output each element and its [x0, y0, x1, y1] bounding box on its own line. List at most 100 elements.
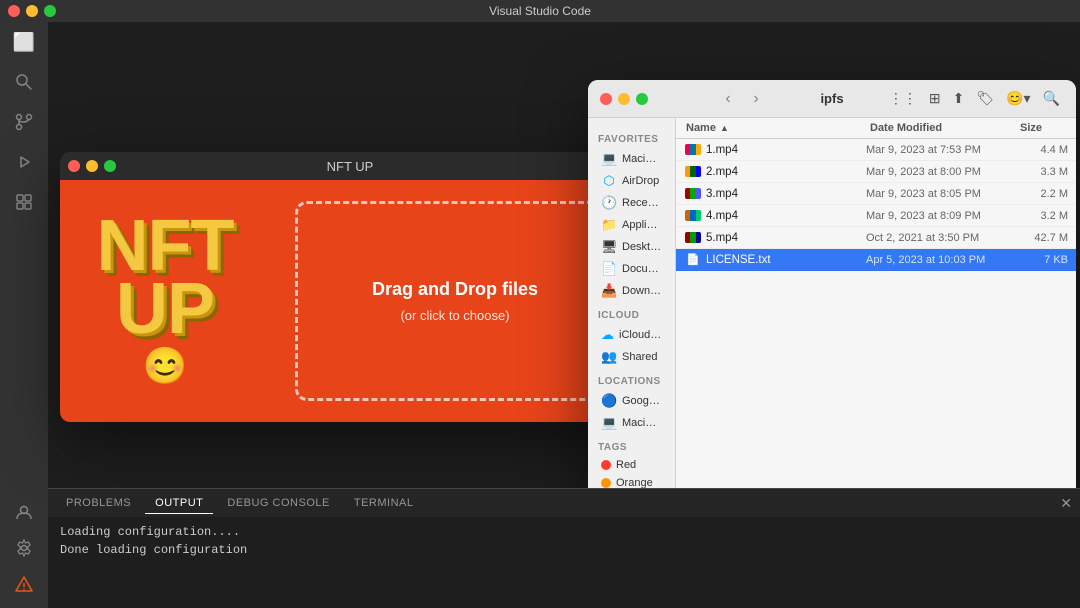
name-column-header[interactable]: Name ▲ — [676, 122, 866, 134]
nftup-close-button[interactable] — [68, 160, 80, 172]
panel-tab-terminal[interactable]: TERMINAL — [344, 493, 424, 513]
sidebar-item-google-drive[interactable]: 🔵 Google Drive — [591, 390, 672, 412]
sidebar-item-macintosh[interactable]: 💻 Macintosh... — [591, 148, 672, 170]
finder-maximize-button[interactable] — [636, 93, 648, 105]
file-row-5mp4[interactable]: 5.mp4 Oct 2, 2021 at 3:50 PM 42.7 M — [676, 227, 1076, 249]
drop-zone-main-text: Drag and Drop files — [372, 279, 538, 300]
panel-output-content: Loading configuration.... Done loading c… — [48, 517, 1080, 565]
file-row-1mp4[interactable]: 1.mp4 Mar 9, 2023 at 7:53 PM 4.4 M — [676, 139, 1076, 161]
finder-titlebar: ‹ › ipfs ⋮⋮ ⊞ ⬆ 🏷 😊▾ 🔍 — [588, 80, 1076, 118]
nftup-maximize-button[interactable] — [104, 160, 116, 172]
nftup-body: NFT UP 😊 Drag and Drop files (or click t… — [60, 180, 640, 422]
favorites-label: Favorites — [588, 126, 675, 148]
nftup-logo-area: NFT UP 😊 — [60, 180, 270, 422]
nftup-titlebar: NFT UP — [60, 152, 640, 180]
macintosh-icon: 💻 — [601, 151, 617, 167]
activity-settings-icon[interactable] — [12, 536, 36, 560]
output-line-1: Loading configuration.... — [60, 523, 1068, 541]
documents-icon: 📄 — [601, 261, 617, 277]
file-drop-zone[interactable]: Drag and Drop files (or click to choose) — [295, 201, 615, 401]
finder-close-button[interactable] — [600, 93, 612, 105]
nftup-traffic-lights — [68, 160, 116, 172]
panel-tab-debug-console[interactable]: DEBUG CONSOLE — [217, 493, 339, 513]
finder-search-button[interactable]: 🔍 — [1039, 88, 1064, 109]
minimize-button[interactable] — [26, 5, 38, 17]
sidebar-item-recents[interactable]: 🕐 Recents — [591, 192, 672, 214]
finder-share-button[interactable]: ⬆ — [949, 88, 969, 109]
nftup-window: NFT UP NFT UP 😊 Drag and Drop files (or … — [60, 152, 640, 422]
video-thumb-5 — [684, 229, 702, 247]
activity-account-icon[interactable] — [12, 500, 36, 524]
nftup-dropzone-area[interactable]: Drag and Drop files (or click to choose) — [270, 180, 640, 422]
recents-icon: 🕐 — [601, 195, 617, 211]
finder-nav-buttons: ‹ › — [716, 87, 768, 111]
panel-tab-problems[interactable]: PROBLEMS — [56, 493, 141, 513]
sidebar-item-tag-red[interactable]: Red — [591, 456, 672, 474]
shared-icon: 👥 — [601, 349, 617, 365]
drop-zone-sub-text: (or click to choose) — [400, 308, 509, 323]
file-row-4mp4[interactable]: 4.mp4 Mar 9, 2023 at 8:09 PM 3.2 M — [676, 205, 1076, 227]
vscode-titlebar: Visual Studio Code — [0, 0, 1080, 22]
activity-bar: ⬜ — [0, 22, 48, 608]
panel-close-button[interactable]: ✕ — [1060, 495, 1072, 512]
finder-toolbar: ⋮⋮ ⊞ ⬆ 🏷 😊▾ 🔍 — [885, 88, 1064, 109]
finder-forward-button[interactable]: › — [744, 87, 768, 111]
finder-column-header: Name ▲ Date Modified Size — [676, 118, 1076, 139]
finder-minimize-button[interactable] — [618, 93, 630, 105]
file-row-license[interactable]: 📄 LICENSE.txt Apr 5, 2023 at 10:03 PM 7 … — [676, 249, 1076, 271]
finder-more-button[interactable]: 😊▾ — [1002, 88, 1034, 109]
locations-label: Locations — [588, 368, 675, 390]
panel-tab-output[interactable]: OUTPUT — [145, 493, 213, 514]
activity-explorer-icon[interactable]: ⬜ — [12, 30, 36, 54]
nftup-minimize-button[interactable] — [86, 160, 98, 172]
nft-logo-text: NFT UP — [97, 215, 234, 342]
finder-title: ipfs — [820, 91, 843, 106]
finder-tag-button[interactable]: 🏷 — [972, 88, 998, 109]
vscode-title: Visual Studio Code — [489, 4, 591, 18]
panel-tabs: PROBLEMS OUTPUT DEBUG CONSOLE TERMINAL ✕ — [48, 489, 1080, 517]
sidebar-item-downloads[interactable]: 📥 Downloads — [591, 280, 672, 302]
finder-back-button[interactable]: ‹ — [716, 87, 740, 111]
txt-file-icon: 📄 — [684, 251, 702, 269]
downloads-icon: 📥 — [601, 283, 617, 299]
video-thumb-2 — [684, 163, 702, 181]
vscode-bottom-panel: PROBLEMS OUTPUT DEBUG CONSOLE TERMINAL ✕… — [48, 488, 1080, 608]
finder-view-options-button[interactable]: ⋮⋮ — [885, 88, 921, 109]
activity-search-icon[interactable] — [12, 70, 36, 94]
vscode-traffic-lights — [8, 5, 56, 17]
sidebar-item-desktop[interactable]: 🖥 Desktop — [591, 236, 672, 258]
nftup-title: NFT UP — [327, 159, 374, 174]
macintosh-2-icon: 💻 — [601, 415, 617, 431]
file-row-2mp4[interactable]: 2.mp4 Mar 9, 2023 at 8:00 PM 3.3 M — [676, 161, 1076, 183]
activity-warning-icon[interactable] — [12, 572, 36, 596]
activity-extensions-icon[interactable] — [12, 190, 36, 214]
sidebar-item-icloud-drive[interactable]: ☁ iCloud Drive — [591, 324, 672, 346]
tags-label: Tags — [588, 434, 675, 456]
sidebar-item-shared[interactable]: 👥 Shared — [591, 346, 672, 368]
applications-label: Applications — [622, 219, 662, 231]
red-tag-dot — [601, 460, 611, 470]
icloud-label: iCloud — [588, 302, 675, 324]
output-line-2: Done loading configuration — [60, 541, 1068, 559]
sidebar-item-documents[interactable]: 📄 Documents — [591, 258, 672, 280]
icloud-drive-icon: ☁ — [601, 327, 614, 343]
finder-view-toggle-button[interactable]: ⊞ — [925, 88, 945, 109]
finder-traffic-lights — [600, 93, 648, 105]
airdrop-icon: ⬡ — [601, 173, 617, 189]
video-thumb-1 — [684, 141, 702, 159]
applications-icon: 📁 — [601, 217, 617, 233]
video-thumb-3 — [684, 185, 702, 203]
size-column-header[interactable]: Size — [1016, 122, 1076, 134]
desktop-icon: 🖥 — [601, 239, 617, 255]
sidebar-item-macintosh-2[interactable]: 💻 Macintosh... — [591, 412, 672, 434]
activity-bar-bottom — [12, 500, 36, 608]
activity-source-control-icon[interactable] — [12, 110, 36, 134]
sidebar-item-applications[interactable]: 📁 Applications — [591, 214, 672, 236]
file-row-3mp4[interactable]: 3.mp4 Mar 9, 2023 at 8:05 PM 2.2 M — [676, 183, 1076, 205]
cloud-drive-label: iCloud Drive — [619, 329, 662, 341]
modified-column-header[interactable]: Date Modified — [866, 122, 1016, 134]
sidebar-item-airdrop[interactable]: ⬡ AirDrop — [591, 170, 672, 192]
close-button[interactable] — [8, 5, 20, 17]
maximize-button[interactable] — [44, 5, 56, 17]
activity-debug-icon[interactable] — [12, 150, 36, 174]
